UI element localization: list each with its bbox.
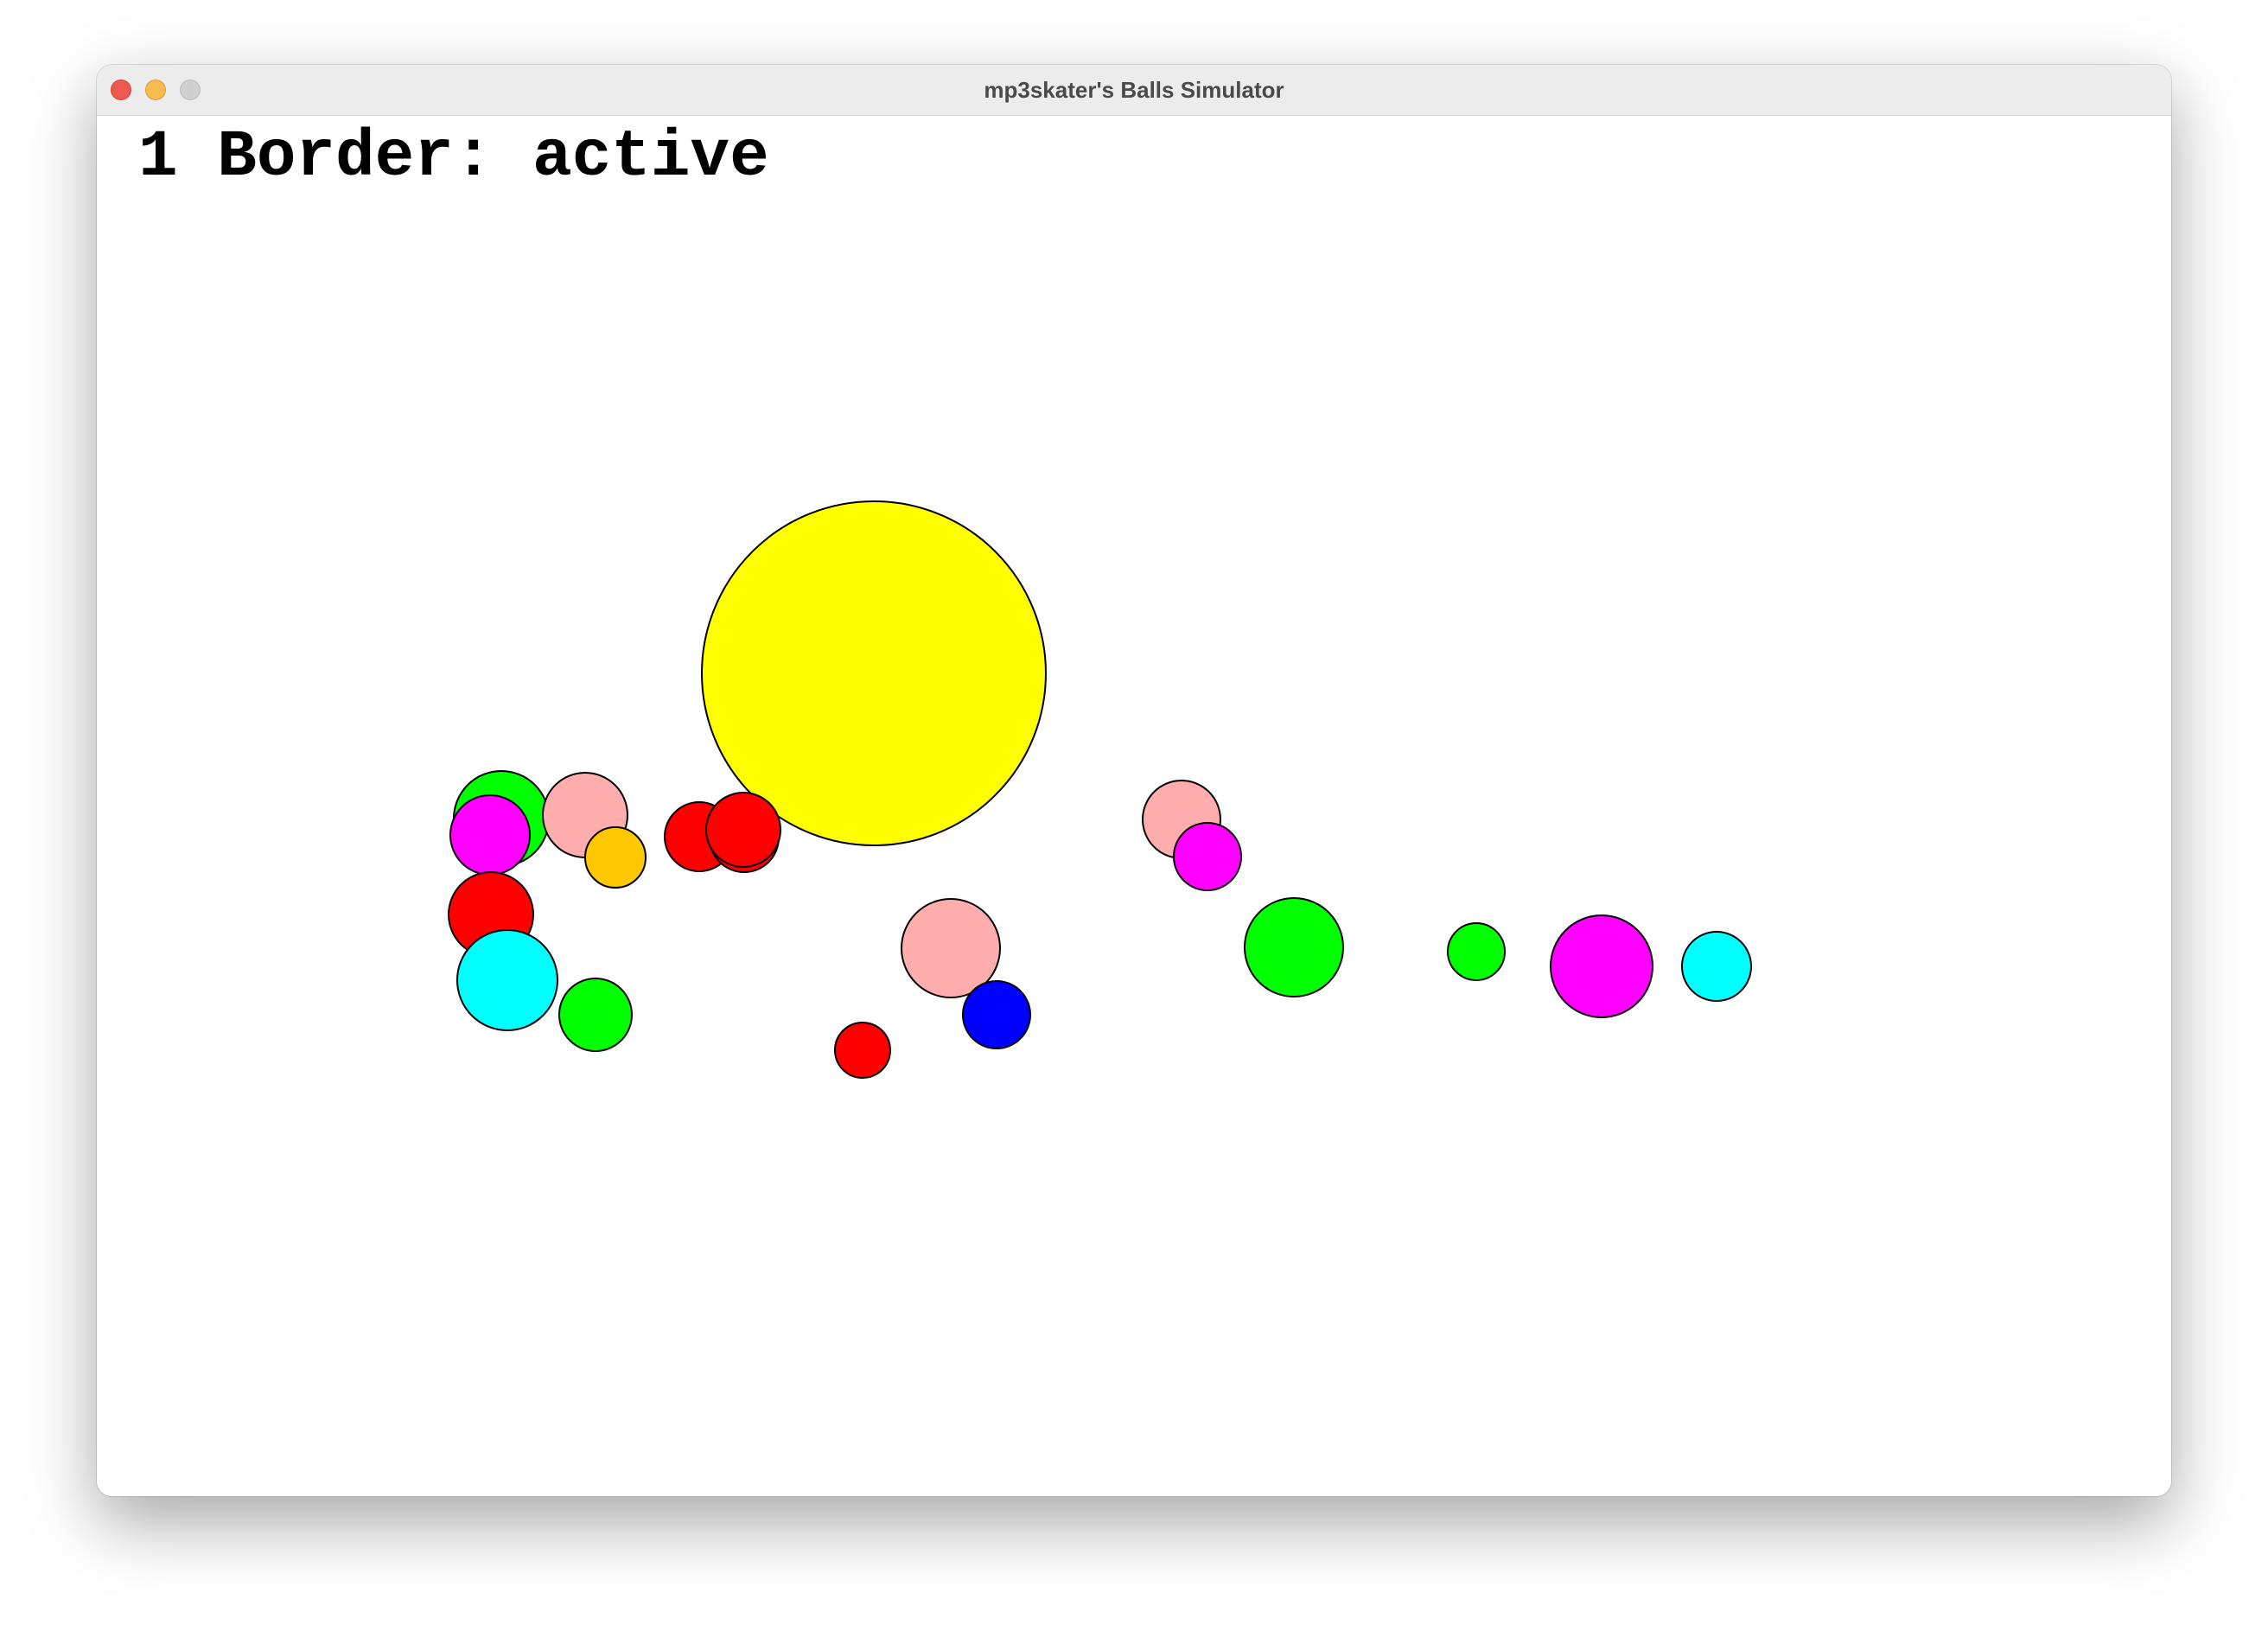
green-ball[interactable] [558,978,633,1052]
border-status-label: 1 Border: active [138,120,769,194]
title-bar[interactable]: mp3skater's Balls Simulator [97,65,2171,116]
magenta-ball[interactable] [1550,914,1653,1018]
app-window: mp3skater's Balls Simulator 1 Border: ac… [97,65,2171,1496]
orange-ball[interactable] [584,826,647,889]
window-title: mp3skater's Balls Simulator [984,77,1284,103]
cyan-ball[interactable] [456,929,558,1031]
cyan-ball[interactable] [1681,931,1752,1002]
red-ball[interactable] [834,1022,891,1079]
red-ball[interactable] [705,792,781,868]
green-ball[interactable] [1244,897,1344,997]
green-ball[interactable] [1447,922,1506,981]
magenta-ball[interactable] [449,794,531,876]
ball-canvas[interactable] [97,116,2171,1496]
simulation-area[interactable]: 1 Border: active [97,116,2171,1496]
magenta-ball[interactable] [1173,822,1242,891]
blue-ball[interactable] [962,980,1031,1049]
